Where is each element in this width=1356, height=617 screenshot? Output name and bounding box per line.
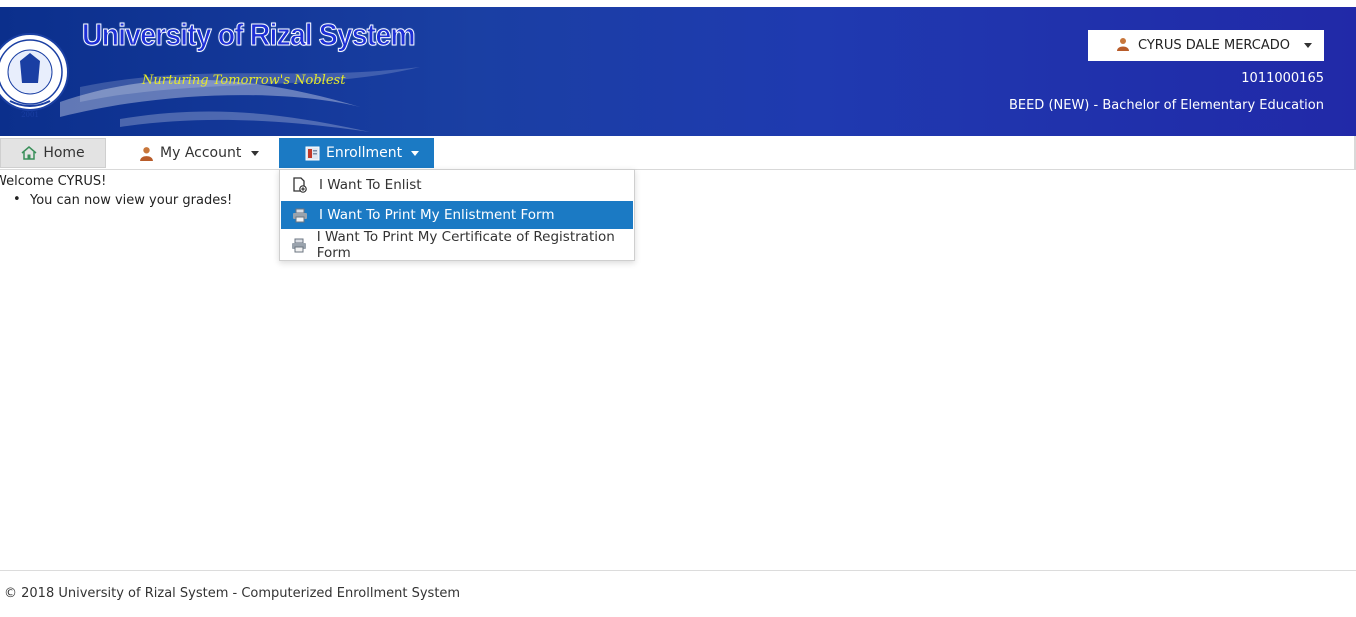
welcome-message: Welcome CYRUS! xyxy=(0,174,107,189)
menu-item-label: I Want To Print My Enlistment Form xyxy=(319,207,555,223)
menu-item-print-enlistment-form[interactable]: I Want To Print My Enlistment Form xyxy=(281,201,633,229)
user-menu-dropdown[interactable]: CYRUS DALE MERCADO xyxy=(1088,30,1324,61)
enrollment-dropdown-menu: I Want To Enlist I Want To Print My Enli… xyxy=(279,169,635,261)
enrollment-icon xyxy=(305,146,320,161)
svg-text:2001: 2001 xyxy=(21,111,39,119)
user-icon xyxy=(139,146,154,161)
list-item: You can now view your grades! xyxy=(12,192,232,208)
nav-enrollment[interactable]: Enrollment xyxy=(279,138,434,168)
university-motto: Nurturing Tomorrow's Noblest xyxy=(142,73,346,88)
student-number: 1011000165 xyxy=(1241,71,1324,86)
chevron-down-icon xyxy=(1304,43,1312,48)
menu-item-label: I Want To Enlist xyxy=(319,177,422,193)
main-navbar: Home My Account Enrollment xyxy=(0,136,1356,170)
chevron-down-icon xyxy=(251,151,259,156)
home-icon xyxy=(21,146,37,160)
notice-list: You can now view your grades! xyxy=(12,192,232,208)
chevron-down-icon xyxy=(411,151,419,156)
header-banner: 2001 University of Rizal System Nurturin… xyxy=(0,7,1356,136)
user-name: CYRUS DALE MERCADO xyxy=(1138,38,1291,53)
user-icon xyxy=(1116,37,1130,55)
menu-item-enlist[interactable]: I Want To Enlist xyxy=(281,171,633,199)
footer-text: © 2018 University of Rizal System - Comp… xyxy=(4,586,461,601)
university-seal-logo: 2001 xyxy=(0,11,70,133)
nav-home-label: Home xyxy=(43,145,85,161)
menu-item-print-cor-form[interactable]: I Want To Print My Certificate of Regist… xyxy=(281,229,633,261)
student-program: BEED (NEW) - Bachelor of Elementary Educ… xyxy=(1008,98,1324,113)
printer-icon xyxy=(281,238,317,253)
nav-my-account[interactable]: My Account xyxy=(109,138,277,168)
printer-icon xyxy=(281,208,319,223)
menu-item-label: I Want To Print My Certificate of Regist… xyxy=(316,229,615,261)
nav-enrollment-label: Enrollment xyxy=(326,145,403,161)
footer-divider xyxy=(0,570,1356,571)
university-title: University of Rizal System xyxy=(82,17,417,53)
nav-my-account-label: My Account xyxy=(160,145,242,161)
nav-home[interactable]: Home xyxy=(0,138,106,168)
add-document-icon xyxy=(281,177,319,193)
